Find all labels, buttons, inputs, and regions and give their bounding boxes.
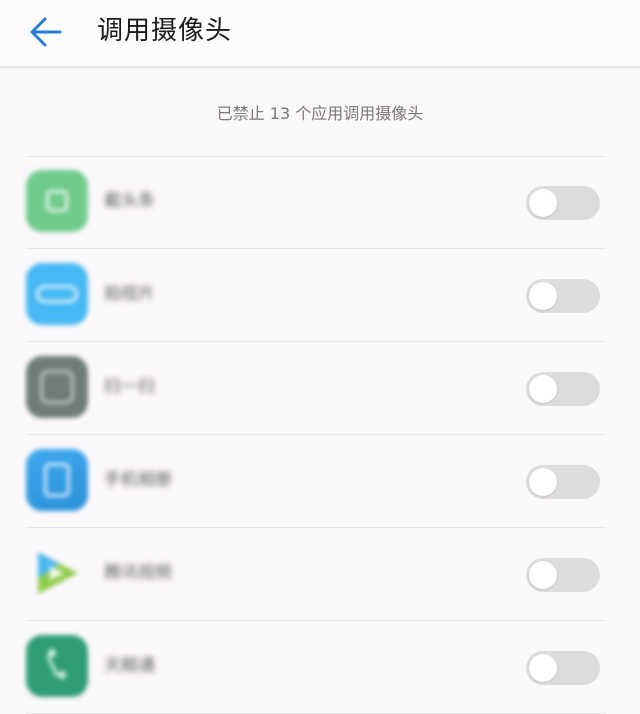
app-icon — [26, 263, 88, 325]
toggle-knob — [529, 282, 557, 310]
top-app-bar: 调用摄像头 — [0, 0, 640, 68]
app-icon — [26, 356, 88, 418]
app-name: 腾讯视频 — [104, 563, 172, 583]
app-name: 手机相册 — [104, 470, 172, 490]
toggle-knob — [529, 189, 557, 217]
app-name: 天眼通 — [104, 656, 155, 676]
app-name: 拍视片 — [104, 284, 155, 304]
list-item: 扫一扫 — [0, 342, 640, 435]
blocked-summary-text: 已禁止 13 个应用调用摄像头 — [216, 104, 424, 123]
camera-permission-toggle[interactable] — [526, 372, 600, 406]
toggle-knob — [529, 654, 557, 682]
toggle-knob — [529, 375, 557, 403]
app-icon — [26, 542, 88, 604]
camera-permission-toggle[interactable] — [526, 279, 600, 313]
camera-permission-toggle[interactable] — [526, 651, 600, 685]
toggle-knob — [529, 468, 557, 496]
camera-permission-toggle[interactable] — [526, 465, 600, 499]
app-icon — [26, 170, 88, 232]
list-item: 腾讯视频 — [0, 528, 640, 621]
app-icon — [26, 635, 88, 697]
camera-permission-toggle[interactable] — [526, 186, 600, 220]
list-item: 手机相册 — [0, 435, 640, 528]
list-item: 截头条 — [0, 156, 640, 249]
app-permission-list: 截头条 拍视片 扫一扫 手机相册 腾讯视频 天眼通 — [0, 156, 640, 714]
camera-permission-toggle[interactable] — [526, 558, 600, 592]
app-name: 截头条 — [104, 191, 155, 211]
back-button[interactable] — [24, 10, 68, 54]
app-icon — [26, 449, 88, 511]
divider — [26, 156, 606, 157]
page-title: 调用摄像头 — [97, 16, 233, 46]
app-name: 扫一扫 — [104, 377, 155, 397]
list-item: 天眼通 — [0, 621, 640, 714]
back-arrow-icon — [30, 17, 62, 47]
list-item: 拍视片 — [0, 249, 640, 342]
toggle-knob — [529, 561, 557, 589]
